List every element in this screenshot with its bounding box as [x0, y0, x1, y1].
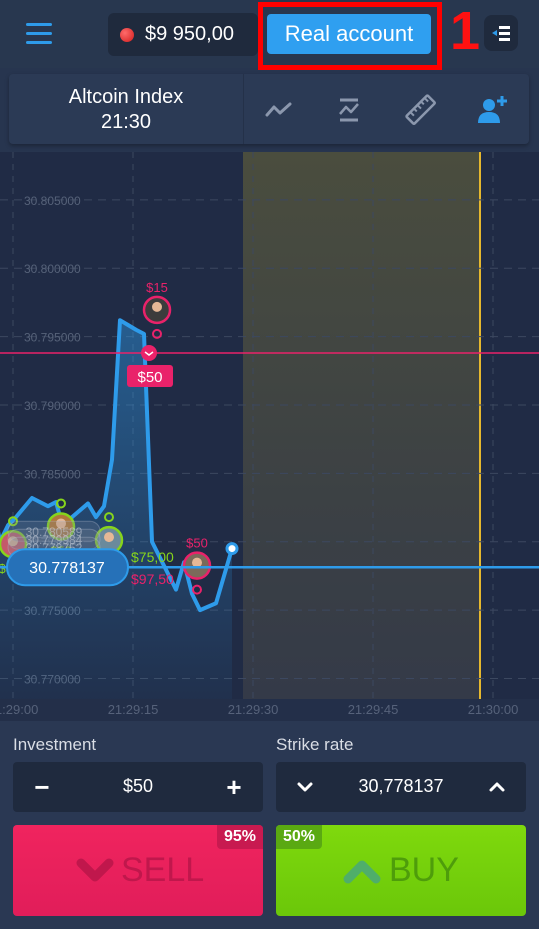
x-tick-label: 21:29:15 — [107, 702, 159, 717]
sell-payout-badge: 95% — [216, 825, 263, 849]
current-price-dot — [225, 542, 239, 556]
account-status-dot-icon — [120, 27, 134, 42]
y-tick-label: 30.800000 — [24, 262, 81, 276]
strike-chevron-icon — [141, 345, 157, 362]
indicators-icon[interactable] — [331, 92, 367, 128]
divider — [243, 74, 244, 144]
x-tick-label: 21:29:00 — [0, 702, 39, 717]
asset-name: Altcoin Index — [68, 86, 184, 108]
balance-amount: $9 950,00 — [145, 23, 234, 45]
increase-investment-button[interactable]: + — [217, 770, 251, 804]
y-tick-label: 30.785000 — [24, 467, 81, 481]
side-panel-toggle-icon[interactable] — [484, 15, 518, 51]
x-tick-label: 21:30:00 — [467, 702, 519, 717]
buy-payout-badge: 50% — [276, 825, 323, 849]
x-tick-label: 21:29:30 — [227, 702, 279, 717]
balance-display[interactable]: $9 950,00 — [108, 13, 258, 56]
arrow-down-icon — [76, 858, 114, 882]
sell-button[interactable]: 95% SELL — [13, 825, 263, 916]
strike-rate-label: Strike rate — [276, 735, 354, 754]
y-tick-label: 30.805000 — [24, 194, 81, 208]
price-chart[interactable]: 30.805000 30.800000 30.795000 30.790000 30.7… — [0, 152, 539, 699]
avatar-face-icon — [104, 532, 114, 543]
trade-controls: Investment Strike rate − $50 + 30,778137… — [0, 721, 539, 929]
expiry-zone — [243, 152, 480, 699]
chart-canvas[interactable]: 30.805000 30.800000 30.795000 30.790000 30.7… — [0, 152, 539, 699]
asset-toolbar: Altcoin Index 21:30 — [9, 74, 529, 144]
hamburger-menu-icon[interactable] — [26, 20, 54, 46]
strike-rate-stepper: 30,778137 — [276, 762, 526, 812]
buy-label: BUY — [389, 851, 459, 889]
strike-amount-label: $50 — [137, 369, 162, 386]
annotation-number: 1 — [450, 1, 481, 61]
chevron-up-icon[interactable] — [480, 770, 514, 804]
real-account-button[interactable]: Real account — [267, 14, 431, 54]
add-friend-icon[interactable] — [474, 92, 510, 128]
time-axis: 21:29:00 21:29:15 21:29:30 21:29:45 21:30:00 — [0, 699, 539, 721]
sell-label: SELL — [121, 851, 205, 889]
line-chart-icon[interactable] — [261, 92, 297, 128]
y-tick-label: 30.790000 — [24, 399, 81, 413]
trade-amount-label: $50 — [186, 536, 208, 551]
x-tick-label: 21:29:45 — [347, 702, 399, 717]
current-rate-label: 30.778137 — [29, 560, 105, 577]
payout-up-label: $75,00 — [131, 549, 174, 565]
investment-label: Investment — [13, 735, 97, 754]
arrow-up-icon — [343, 860, 381, 884]
avatar-face-icon — [152, 301, 162, 312]
buy-button[interactable]: 50% BUY — [276, 825, 526, 916]
top-bar: $9 950,00 Real account 1 — [0, 0, 539, 70]
investment-stepper: − $50 + — [13, 762, 263, 812]
trade-point-marker — [192, 584, 202, 595]
asset-selector[interactable]: Altcoin Index 21:30 — [9, 74, 243, 144]
drawing-ruler-icon[interactable] — [403, 92, 439, 128]
expiry-time: 21:30 — [100, 111, 152, 133]
payout-down-label: $97,50 — [131, 571, 174, 587]
y-tick-label: 30.795000 — [24, 331, 81, 345]
trade-amount-label: $15 — [146, 280, 168, 295]
